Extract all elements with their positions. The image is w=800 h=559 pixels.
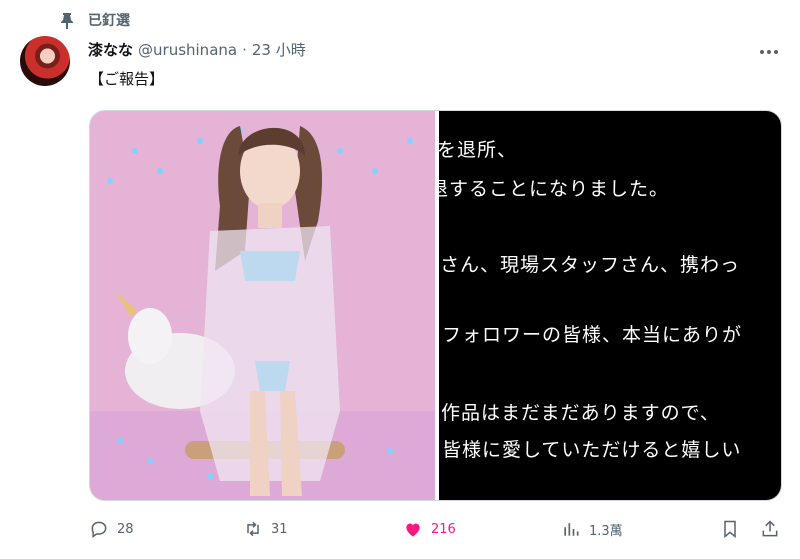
announcement-line: 皆様に愛していただけると嬉しい <box>442 439 742 461</box>
bookmark-icon <box>724 520 736 539</box>
more-options-icon[interactable] <box>758 42 780 62</box>
avatar[interactable] <box>20 36 70 86</box>
bar-chart-icon <box>564 523 579 536</box>
photo-left[interactable] <box>90 111 435 500</box>
tweet-text: 【ご報告】 <box>89 70 165 88</box>
like-button[interactable]: 216 <box>403 517 456 541</box>
announcement-line: フォロワーの皆様、本当にありが <box>442 324 743 346</box>
announcement-line: を退所、 <box>439 139 518 161</box>
reply-icon <box>91 521 107 538</box>
share-button[interactable] <box>760 517 780 541</box>
author-name[interactable]: 漆なな <box>88 39 133 60</box>
share-icon <box>762 520 778 537</box>
like-count: 216 <box>431 521 456 537</box>
media-grid: を退所、 退することになりました。 さん、現場スタッフさん、携わっ フォロワーの… <box>89 110 782 501</box>
heart-icon <box>406 523 420 537</box>
bookmark-button[interactable] <box>720 517 740 541</box>
pinned-label: 已釘選 <box>88 13 130 29</box>
reply-count: 28 <box>117 521 134 537</box>
photo-illustration <box>90 111 435 500</box>
views-button[interactable]: 1.3萬 <box>561 517 623 541</box>
announcement-line: 作品はまだまだありますので、 <box>441 402 720 424</box>
tweet-header: 漆なな @urushinana · 23 小時 <box>88 39 306 60</box>
retweet-count: 31 <box>271 521 288 537</box>
header-separator: · <box>242 41 247 59</box>
photo-right-announcement[interactable]: を退所、 退することになりました。 さん、現場スタッフさん、携わっ フォロワーの… <box>439 111 781 500</box>
post-timestamp[interactable]: 23 小時 <box>252 39 306 60</box>
action-bar: 28 31 216 1.3萬 <box>89 517 789 541</box>
views-count: 1.3萬 <box>589 523 623 539</box>
reply-button[interactable]: 28 <box>89 517 134 541</box>
author-handle[interactable]: @urushinana <box>138 41 237 59</box>
announcement-line: さん、現場スタッフさん、携わっ <box>440 254 741 276</box>
pin-icon <box>61 13 73 29</box>
retweet-button[interactable]: 31 <box>243 517 288 541</box>
retweet-icon <box>247 521 259 537</box>
announcement-line: 退することになりました。 <box>439 178 670 200</box>
